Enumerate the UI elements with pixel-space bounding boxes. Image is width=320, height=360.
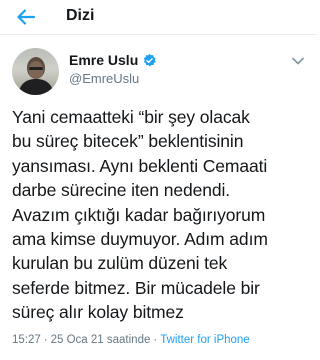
tweet-date: 25 Oca 21 saatinde (50, 334, 151, 346)
tweet-meta: 15:27 · 25 Oca 21 saatinde · Twitter for iPh… (12, 334, 250, 346)
tweet-author: Emre Uslu @EmreUslu (0, 38, 317, 98)
display-name[interactable]: Emre Uslu (69, 52, 138, 68)
avatar[interactable] (12, 48, 59, 95)
tweet-time: 15:27 (12, 334, 41, 346)
user-handle[interactable]: @EmreUslu (69, 71, 139, 86)
chevron-down-icon (291, 55, 305, 67)
meta-separator: · (43, 334, 48, 346)
meta-separator: · (153, 334, 158, 346)
verified-badge-icon (142, 53, 157, 68)
name-row: Emre Uslu (69, 52, 157, 68)
back-arrow-icon (16, 8, 36, 26)
page-title: Dizi (66, 7, 95, 24)
more-options-button[interactable] (291, 55, 305, 67)
back-button[interactable] (16, 8, 36, 26)
tweet-text: Yani cemaatteki “bir şey olacak bu süreç… (12, 107, 268, 323)
top-bar: Dizi (0, 0, 317, 35)
tweet-source-link[interactable]: Twitter for iPhone (160, 334, 249, 346)
